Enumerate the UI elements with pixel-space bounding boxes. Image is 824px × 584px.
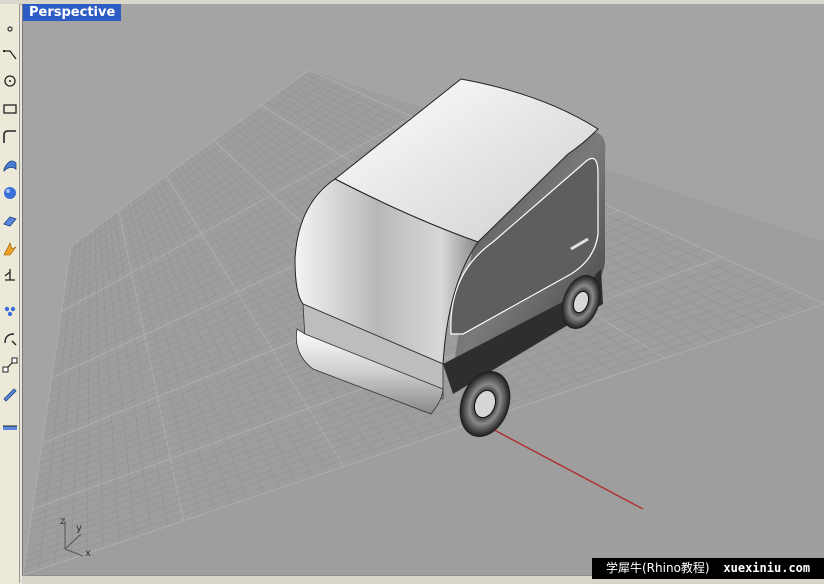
- circle-icon[interactable]: [0, 68, 19, 94]
- left-toolbar: [0, 4, 20, 583]
- rectangle-icon[interactable]: [0, 96, 19, 122]
- sphere-icon[interactable]: [0, 180, 19, 206]
- curve-icon[interactable]: [0, 42, 19, 68]
- axis-label-z: z: [60, 516, 65, 527]
- mesh-icon[interactable]: [0, 298, 19, 324]
- viewport-scene: z y x: [23, 69, 824, 575]
- plane-icon[interactable]: [0, 208, 19, 234]
- surface-icon[interactable]: [0, 152, 19, 178]
- viewport-title[interactable]: Perspective: [23, 4, 122, 21]
- ruler-icon[interactable]: [0, 382, 19, 408]
- snap-icon[interactable]: [0, 352, 19, 378]
- fillet-icon[interactable]: [0, 124, 19, 150]
- layer-icon[interactable]: [0, 412, 19, 438]
- perspective-viewport[interactable]: z y x Perspective: [22, 4, 824, 575]
- watermark: 学犀牛(Rhino教程) xuexiniu.com: [592, 558, 824, 579]
- arc-icon[interactable]: [0, 326, 19, 352]
- point-icon[interactable]: [0, 16, 19, 42]
- dimension-icon[interactable]: [0, 262, 19, 288]
- axis-label-y: y: [76, 523, 82, 534]
- axis-label-x: x: [85, 548, 91, 559]
- watermark-site: xuexiniu.com: [723, 561, 811, 575]
- watermark-text: 学犀牛(Rhino教程): [606, 561, 710, 575]
- transform-icon[interactable]: [0, 236, 19, 262]
